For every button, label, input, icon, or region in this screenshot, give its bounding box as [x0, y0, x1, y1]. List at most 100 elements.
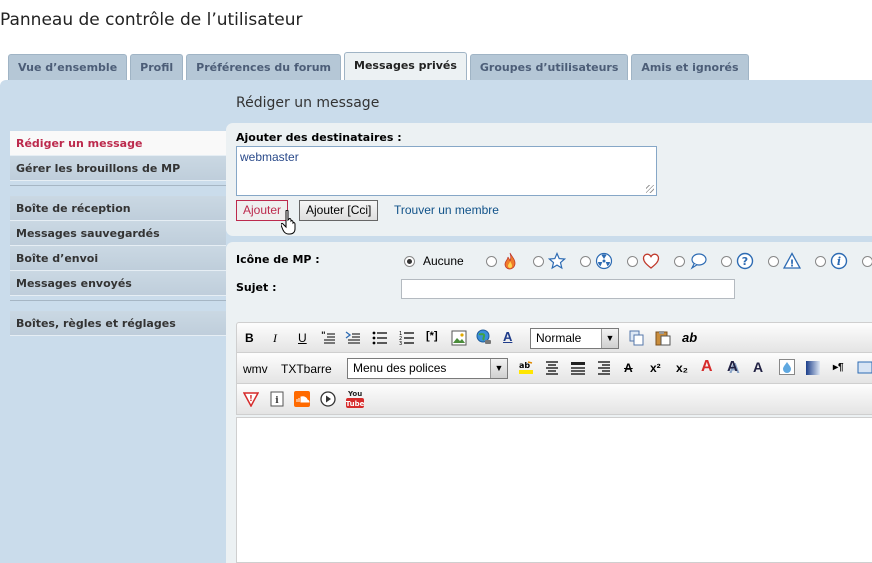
link-globe-icon[interactable]	[476, 329, 492, 345]
text-outline-red-icon[interactable]: A	[701, 358, 713, 376]
svg-text:3: 3	[399, 341, 402, 346]
icon-radio-smiley[interactable]	[861, 255, 872, 267]
editor-toolbar-row-1: B I U " 123 [*] A Normale ▼ ab	[236, 322, 872, 353]
justify-icon[interactable]	[570, 360, 586, 376]
spellcheck-icon[interactable]: ab	[682, 330, 697, 345]
find-member-link[interactable]: Trouver un membre	[394, 203, 499, 217]
numbered-list-icon[interactable]: 123	[399, 330, 415, 346]
tab-user-groups[interactable]: Groupes d’utilisateurs	[469, 54, 629, 80]
star-icon	[547, 252, 566, 270]
soundcloud-icon[interactable]	[294, 391, 310, 407]
speech-bubble-icon	[690, 253, 707, 270]
question-icon: ?	[736, 252, 753, 270]
svg-text:?: ?	[742, 255, 748, 268]
tab-forum-preferences[interactable]: Préférences du forum	[186, 54, 342, 80]
svg-text:i: i	[837, 255, 841, 268]
font-family-value: Menu des polices	[353, 361, 447, 375]
message-body-textarea[interactable]	[236, 417, 872, 563]
tab-friends-foes[interactable]: Amis et ignorés	[631, 54, 749, 80]
icon-radio-info[interactable]	[814, 255, 826, 267]
icon-radio-speech[interactable]	[673, 255, 685, 267]
sidebar-divider	[10, 300, 226, 311]
sidebar-item-outbox[interactable]: Boîte d’envoi	[10, 246, 226, 271]
editor-toolbar-row-3: ! i You Tube	[236, 384, 872, 415]
italic-icon[interactable]: I	[273, 331, 277, 346]
sidebar-divider	[10, 185, 226, 196]
wmv-button[interactable]: wmv	[243, 362, 268, 376]
subject-label: Sujet :	[236, 281, 277, 294]
font-size-select[interactable]: Normale ▼	[530, 328, 619, 349]
tab-overview[interactable]: Vue d’ensemble	[8, 54, 128, 80]
paste-icon[interactable]	[655, 330, 671, 346]
subscript-icon[interactable]: x₂	[676, 361, 688, 375]
icon-radio-question[interactable]	[720, 255, 732, 267]
radioactive-icon	[595, 252, 612, 270]
icon-radio-warning[interactable]	[767, 255, 779, 267]
svg-text:!: !	[249, 394, 253, 403]
txtbarre-button[interactable]: TXTbarre	[281, 362, 332, 376]
svg-text:You: You	[347, 390, 362, 398]
chevron-down-icon: ▼	[601, 329, 618, 348]
info-icon: i	[830, 252, 847, 270]
resize-handle-icon[interactable]	[646, 185, 654, 193]
tab-profile[interactable]: Profil	[130, 54, 184, 80]
superscript-icon[interactable]: x²	[650, 361, 661, 375]
bullet-list-icon[interactable]	[372, 330, 388, 346]
rtl-direction-icon[interactable]: ▸¶	[833, 362, 844, 373]
svg-text:!: !	[789, 259, 794, 270]
sidebar-item-saved[interactable]: Messages sauvegardés	[10, 221, 226, 246]
align-right-icon[interactable]	[596, 360, 612, 376]
transparency-icon[interactable]	[779, 359, 795, 375]
icon-label: Icône de MP :	[236, 253, 320, 266]
svg-text:i: i	[275, 396, 279, 406]
report-flag-icon[interactable]: !	[243, 391, 259, 407]
code-icon[interactable]	[345, 330, 361, 346]
underline-icon[interactable]: U	[298, 331, 307, 345]
icon-radio-star[interactable]	[532, 255, 544, 267]
font-color-icon[interactable]: A	[503, 329, 512, 344]
chevron-down-icon: ▼	[490, 359, 507, 378]
tab-private-messages[interactable]: Messages privés	[344, 52, 467, 80]
heart-icon	[642, 253, 659, 269]
recipients-textarea[interactable]: webmaster	[236, 146, 657, 196]
sidebar-item-folders-rules[interactable]: Boîtes, règles et réglages	[10, 311, 226, 336]
icon-radio-none[interactable]	[404, 255, 415, 267]
sidebar-item-sent[interactable]: Messages envoyés	[10, 271, 226, 296]
message-icon-picker: Aucune ? ! i	[404, 252, 872, 270]
image-icon[interactable]	[451, 330, 467, 346]
recipients-label: Ajouter des destinataires :	[236, 131, 402, 144]
add-bcc-button[interactable]: Ajouter [Cci]	[299, 200, 379, 221]
icon-radio-radioactive[interactable]	[579, 255, 591, 267]
align-center-icon[interactable]	[544, 360, 560, 376]
recipients-value: webmaster	[240, 150, 299, 164]
bold-icon[interactable]: B	[245, 331, 254, 345]
fire-icon	[504, 252, 516, 270]
page-title: Panneau de contrôle de l’utilisateur	[0, 10, 303, 30]
svg-text:Tube: Tube	[346, 400, 364, 408]
sidebar-item-compose[interactable]: Rédiger un message	[10, 131, 226, 156]
hand-cursor-icon	[281, 210, 296, 235]
content-title: Rédiger un message	[236, 95, 380, 111]
list-item-icon[interactable]: [*]	[426, 330, 438, 342]
quote-icon[interactable]: "	[321, 330, 337, 346]
icon-radio-heart[interactable]	[626, 255, 638, 267]
play-icon[interactable]	[320, 391, 336, 407]
font-family-select[interactable]: Menu des polices ▼	[347, 358, 508, 379]
strikethrough-icon[interactable]: A	[624, 361, 633, 375]
highlight-icon[interactable]: ab	[518, 359, 534, 375]
tab-bar: Vue d’ensemble Profil Préférences du for…	[8, 52, 749, 80]
text-shadow-icon[interactable]: A	[727, 358, 738, 375]
icon-radio-fire[interactable]	[485, 255, 497, 267]
document-info-icon[interactable]: i	[269, 391, 285, 407]
warning-icon: !	[782, 252, 801, 270]
more-tools-icon[interactable]	[857, 359, 872, 375]
gradient-icon[interactable]	[805, 360, 821, 376]
copy-icon[interactable]	[629, 330, 645, 346]
text-glow-icon[interactable]: A	[753, 359, 763, 375]
icon-none-label: Aucune	[423, 254, 464, 268]
sidebar-item-drafts[interactable]: Gérer les brouillons de MP	[10, 156, 226, 181]
subject-input[interactable]	[401, 279, 735, 299]
editor-toolbar-row-2: wmv TXTbarre Menu des polices ▼ ab A x² …	[236, 353, 872, 384]
youtube-icon[interactable]: You Tube	[346, 389, 364, 409]
sidebar-item-inbox[interactable]: Boîte de réception	[10, 196, 226, 221]
